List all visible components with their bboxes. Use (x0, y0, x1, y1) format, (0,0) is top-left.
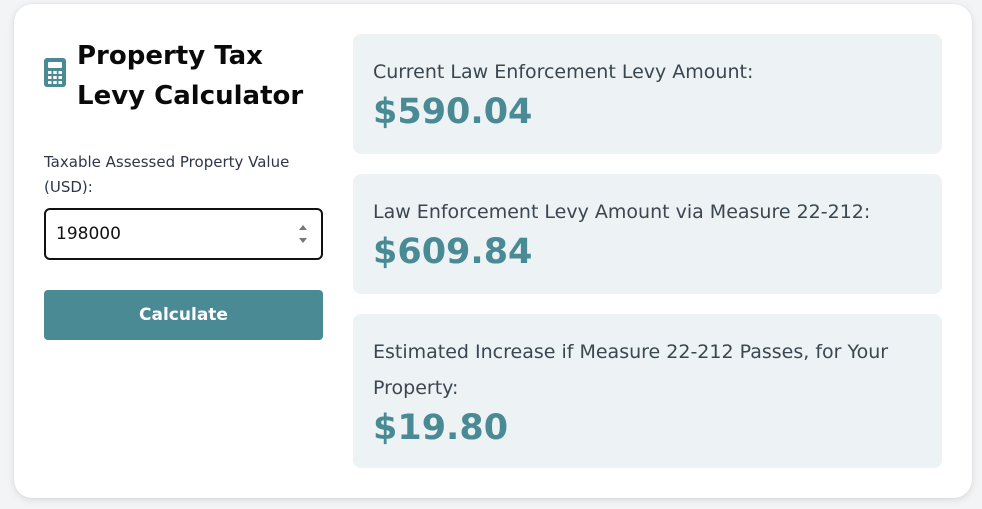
property-value-input[interactable] (44, 208, 323, 260)
increase-label: Estimated Increase if Measure 22-212 Pas… (373, 341, 889, 399)
title-line-1: Property Tax (77, 41, 263, 71)
current-levy-label: Current Law Enforcement Levy Amount: (373, 61, 754, 83)
property-value-label: Taxable Assessed Property Value (USD): (44, 153, 290, 196)
increase-value: $19.80 (373, 408, 509, 448)
number-stepper[interactable] (297, 220, 309, 248)
calculator-form: Property Tax Levy Calculator Taxable Ass… (44, 36, 323, 340)
current-levy-panel: Current Law Enforcement Levy Amount: $59… (353, 34, 942, 154)
increase-panel: Estimated Increase if Measure 22-212 Pas… (353, 314, 942, 468)
property-value-field (44, 208, 323, 260)
calculate-button[interactable]: Calculate (44, 290, 323, 340)
current-levy-value: $590.04 (373, 92, 533, 132)
page-title: Property Tax Levy Calculator (77, 36, 303, 116)
calculator-card: Property Tax Levy Calculator Taxable Ass… (14, 4, 972, 498)
measure-levy-panel: Law Enforcement Levy Amount via Measure … (353, 174, 942, 294)
title-line-2: Levy Calculator (77, 81, 304, 111)
measure-levy-value: $609.84 (373, 232, 533, 272)
title-row: Property Tax Levy Calculator (44, 36, 323, 116)
measure-levy-label: Law Enforcement Levy Amount via Measure … (373, 201, 871, 223)
calculator-icon (44, 58, 66, 87)
